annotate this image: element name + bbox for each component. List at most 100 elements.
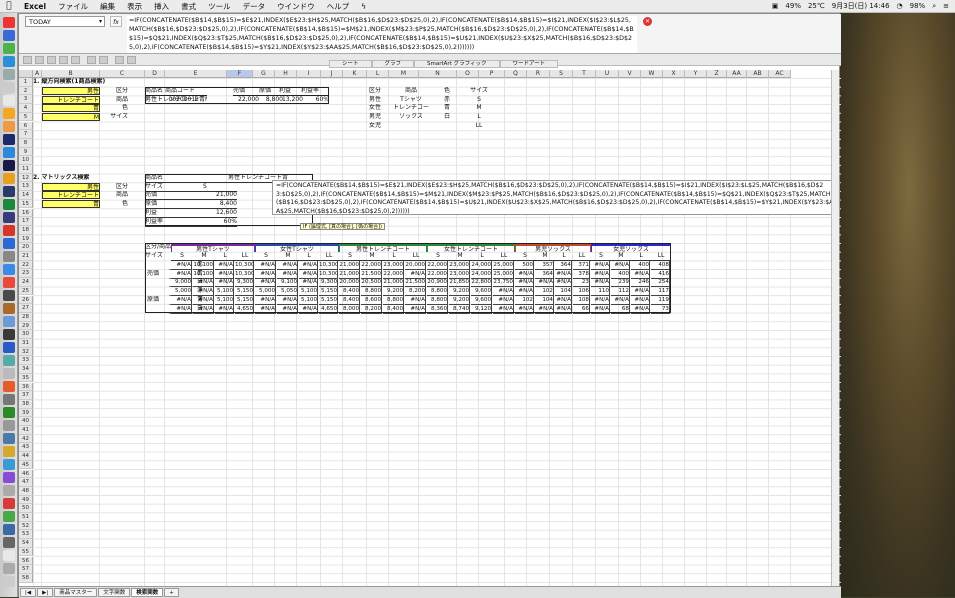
sec1-input[interactable]: 男性 xyxy=(42,87,100,95)
row-header-41[interactable]: 41 xyxy=(19,426,33,435)
row-header-28[interactable]: 28 xyxy=(19,312,33,322)
lookup-value[interactable]: 青 xyxy=(429,104,465,112)
dock-app-icon[interactable] xyxy=(3,160,15,171)
dock-app-icon[interactable] xyxy=(3,550,15,561)
column-header-L[interactable]: L xyxy=(367,70,389,78)
row-header-22[interactable]: 22 xyxy=(19,260,33,270)
chevron-down-icon[interactable]: ▾ xyxy=(99,17,102,27)
menu-edit[interactable]: 編集 xyxy=(94,1,121,12)
row-header-50[interactable]: 50 xyxy=(19,504,33,513)
nav-first-icon[interactable]: |◀ xyxy=(20,588,37,597)
column-header-I[interactable]: I xyxy=(297,70,321,78)
column-header-R[interactable]: R xyxy=(527,70,550,78)
column-header-T[interactable]: T xyxy=(573,70,596,78)
dock-app-icon[interactable] xyxy=(3,173,15,184)
toolbar-icon[interactable] xyxy=(99,56,108,64)
name-box[interactable]: TODAY ▾ xyxy=(25,16,105,27)
formula-input[interactable]: =IF(CONCATENATE($B$14,$B$15)=$E$21,INDEX… xyxy=(127,16,637,53)
dock-app-icon[interactable] xyxy=(3,147,15,158)
sec1-input[interactable]: M xyxy=(42,113,100,122)
dock-app-icon[interactable] xyxy=(3,17,15,28)
row-header-55[interactable]: 55 xyxy=(19,547,33,557)
toolbar-icon[interactable] xyxy=(59,56,68,64)
column-header-N[interactable]: N xyxy=(419,70,457,78)
column-header-X[interactable]: X xyxy=(663,70,685,78)
ribbon-tab-chart[interactable]: グラフ xyxy=(371,60,415,68)
vertical-scrollbar[interactable] xyxy=(831,70,839,586)
row-header-51[interactable]: 51 xyxy=(19,513,33,522)
row-header-17[interactable]: 17 xyxy=(19,217,33,226)
row-header-37[interactable]: 37 xyxy=(19,391,33,400)
dock-app-icon[interactable] xyxy=(3,329,15,340)
column-header-J[interactable]: J xyxy=(321,70,343,78)
lookup-value[interactable]: 女児 xyxy=(369,122,405,130)
dock-app-icon[interactable] xyxy=(3,43,15,54)
column-header-M[interactable]: M xyxy=(389,70,419,78)
dock-app-icon[interactable] xyxy=(3,355,15,366)
dock-app-icon[interactable] xyxy=(3,186,15,197)
dock-app-icon[interactable] xyxy=(3,238,15,249)
row-header-36[interactable]: 36 xyxy=(19,382,33,392)
cell-grid[interactable] xyxy=(33,78,841,586)
column-header-V[interactable]: V xyxy=(619,70,641,78)
dock-app-icon[interactable] xyxy=(3,472,15,483)
dock-app-icon[interactable] xyxy=(3,433,15,444)
row-header-43[interactable]: 43 xyxy=(19,443,33,453)
dock-app-icon[interactable] xyxy=(3,264,15,275)
lookup-value[interactable]: S xyxy=(461,96,497,104)
lookup-value[interactable]: LL xyxy=(461,122,497,130)
dock-app-icon[interactable] xyxy=(3,69,15,80)
column-header-F[interactable]: F xyxy=(227,70,253,78)
row-header-15[interactable]: 15 xyxy=(19,199,33,209)
tab-lookup-functions[interactable]: 検索関数 xyxy=(131,588,164,597)
row-header-4[interactable]: 4 xyxy=(19,104,33,113)
column-header-W[interactable]: W xyxy=(641,70,663,78)
script-icon[interactable]: ϟ xyxy=(355,2,372,11)
formula-in-cell-editor[interactable]: =IF(CONCATENATE($B$14,$B$15)=$E$21,INDEX… xyxy=(272,180,840,215)
row-header-7[interactable]: 7 xyxy=(19,130,33,139)
column-header-AA[interactable]: AA xyxy=(727,70,747,78)
row-header-58[interactable]: 58 xyxy=(19,573,33,583)
nav-last-icon[interactable]: ▶| xyxy=(37,588,54,597)
row-header-13[interactable]: 13 xyxy=(19,182,33,192)
row-header-16[interactable]: 16 xyxy=(19,208,33,218)
search-icon[interactable]: ⌕ xyxy=(932,2,936,11)
column-header-B[interactable]: B xyxy=(42,70,100,78)
menu-format[interactable]: 書式 xyxy=(175,1,202,12)
cancel-formula-icon[interactable]: ✕ xyxy=(643,17,652,26)
row-header-48[interactable]: 48 xyxy=(19,486,33,496)
wifi-icon[interactable]: ◔ xyxy=(897,2,903,10)
dock-app-icon[interactable] xyxy=(3,381,15,392)
dock-app-icon[interactable] xyxy=(3,212,15,223)
dock-app-icon[interactable] xyxy=(3,290,15,301)
dock-app-icon[interactable] xyxy=(3,368,15,379)
dock-app-icon[interactable] xyxy=(3,576,15,587)
row-header-42[interactable]: 42 xyxy=(19,434,33,444)
select-all[interactable] xyxy=(19,70,33,78)
column-header-O[interactable]: O xyxy=(457,70,479,78)
row-header-45[interactable]: 45 xyxy=(19,460,33,470)
row-header-10[interactable]: 10 xyxy=(19,156,33,165)
column-header-U[interactable]: U xyxy=(596,70,619,78)
row-header-18[interactable]: 18 xyxy=(19,225,33,235)
toolbar-icon[interactable] xyxy=(71,56,80,64)
row-header-3[interactable]: 3 xyxy=(19,95,33,105)
row-header-2[interactable]: 2 xyxy=(19,86,33,96)
menu-data[interactable]: データ xyxy=(237,1,272,12)
row-header-20[interactable]: 20 xyxy=(19,243,33,252)
lookup-value[interactable]: トレンチコート xyxy=(393,104,429,112)
menu-list-icon[interactable]: ≡ xyxy=(943,2,949,10)
dock-app-icon[interactable] xyxy=(3,342,15,353)
dock-app-icon[interactable] xyxy=(3,303,15,314)
row-header-54[interactable]: 54 xyxy=(19,539,33,548)
row-header-30[interactable]: 30 xyxy=(19,330,33,339)
dock-app-icon[interactable] xyxy=(3,121,15,132)
lookup-value[interactable]: M xyxy=(461,104,497,112)
dock-app-icon[interactable] xyxy=(3,30,15,41)
lookup-value[interactable]: 赤 xyxy=(429,96,465,104)
lookup-value[interactable]: L xyxy=(461,113,497,121)
row-header-39[interactable]: 39 xyxy=(19,408,33,418)
function-icon[interactable]: fx xyxy=(110,16,122,27)
column-header-AB[interactable]: AB xyxy=(747,70,769,78)
apple-icon[interactable]:  xyxy=(0,1,18,11)
